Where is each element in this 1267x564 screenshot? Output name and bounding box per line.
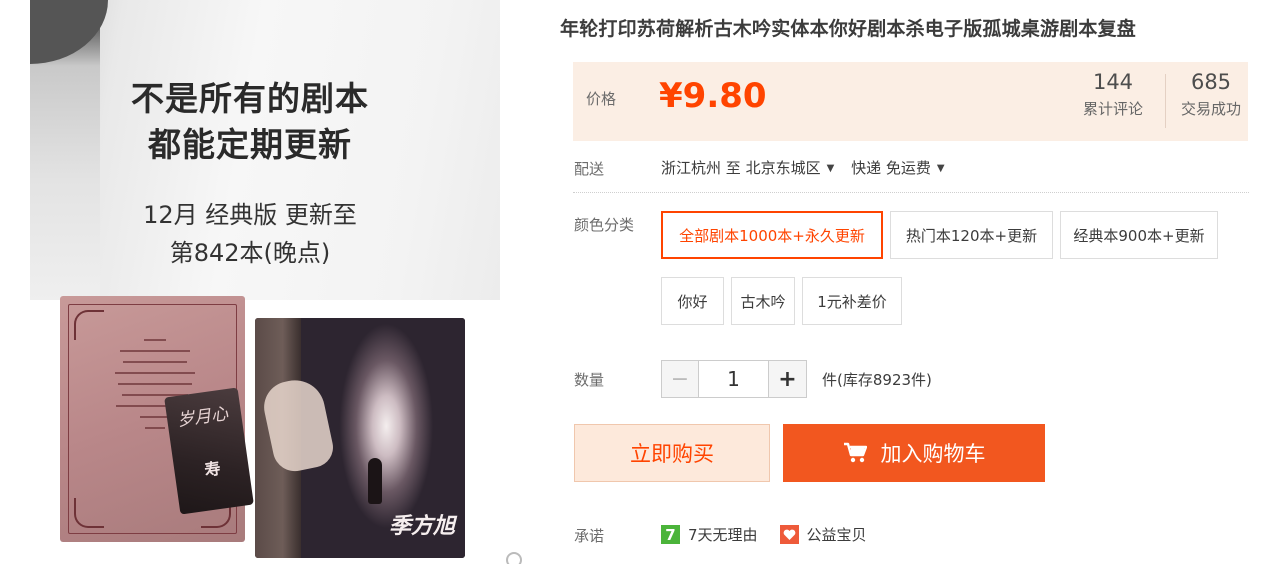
decrement-button[interactable]: −: [661, 360, 699, 398]
price-panel: 价格 ¥9.80 144 累计评论 685 交易成功: [573, 62, 1248, 141]
sku-label: 颜色分类: [574, 216, 635, 234]
product-image[interactable]: 不是所有的剧本 都能定期更新 12月 经典版 更新至 第842本(晚点) 岁月心…: [30, 0, 500, 564]
shipping-label: 配送: [574, 160, 605, 178]
quantity-input[interactable]: 1: [699, 360, 769, 398]
charity-heart-icon: [779, 525, 799, 544]
stock-text: 件(库存8923件): [822, 371, 932, 389]
increment-button[interactable]: +: [769, 360, 807, 398]
pink-script-book: 岁月心 寿: [60, 296, 254, 542]
sku-option[interactable]: 古木吟: [731, 277, 795, 325]
seven-day-badge-icon: 7: [661, 525, 680, 544]
divider: [573, 192, 1249, 193]
promise-label: 承诺: [574, 527, 605, 545]
ship-to-select[interactable]: 北京东城区 ▼: [746, 159, 852, 177]
card-mark: 寿: [203, 458, 222, 480]
ship-from: 浙江杭州 至: [661, 159, 741, 177]
shipping-row: 浙江杭州 至 北京东城区 ▼ 快递 免运费 ▼: [661, 157, 957, 178]
reviews-count: 144: [1092, 70, 1134, 94]
ship-to: 北京东城区: [745, 159, 821, 177]
image-subline-line-1: 12月 经典版 更新至: [143, 201, 357, 229]
quantity-label: 数量: [574, 371, 605, 389]
price-value: ¥9.80: [659, 76, 767, 116]
charity-link[interactable]: 公益宝贝: [807, 524, 867, 545]
add-to-cart-button[interactable]: 加入购物车: [783, 424, 1045, 482]
ship-method-select[interactable]: 快递 免运费 ▼: [851, 159, 956, 177]
promise-row: 7 7天无理由 公益宝贝: [661, 524, 867, 545]
ornament-corner: [74, 498, 104, 528]
sku-option[interactable]: 1元补差价: [802, 277, 902, 325]
price-label: 价格: [586, 90, 617, 108]
caret-down-icon: ▼: [936, 163, 945, 174]
deals-count: 685: [1190, 70, 1232, 94]
cover-figure: [368, 458, 382, 504]
book-title: 季方旭: [388, 514, 455, 539]
card-text: 岁月心: [176, 404, 230, 431]
caret-down-icon: ▼: [826, 163, 835, 174]
ship-method: 快递 免运费: [851, 159, 931, 177]
sku-option[interactable]: 你好: [661, 277, 724, 325]
buy-now-button[interactable]: 立即购买: [574, 424, 770, 482]
deals-stat: 685 交易成功: [1166, 70, 1256, 119]
return-policy-link[interactable]: 7天无理由: [688, 524, 758, 545]
image-headline-line-1: 不是所有的剧本: [131, 79, 369, 118]
image-subline-line-2: 第842本(晚点): [169, 239, 331, 267]
image-headline-line-2: 都能定期更新: [148, 125, 352, 164]
character-card: 岁月心 寿: [164, 387, 254, 515]
sku-option[interactable]: 经典本900本+更新: [1060, 211, 1218, 259]
product-title: 年轮打印苏荷解析古木吟实体本你好剧本杀电子版孤城桌游剧本复盘: [560, 18, 1137, 40]
sku-option[interactable]: 热门本120本+更新: [890, 211, 1053, 259]
loading-icon: [506, 552, 522, 564]
cart-icon: [843, 442, 867, 463]
deals-label: 交易成功: [1180, 100, 1241, 118]
reviews-label: 累计评论: [1082, 100, 1143, 118]
quantity-stepper: − 1 +: [661, 360, 807, 398]
reviews-stat[interactable]: 144 累计评论: [1068, 70, 1158, 119]
sku-option[interactable]: 全部剧本1000本+永久更新: [661, 211, 883, 259]
add-to-cart-label: 加入购物车: [880, 442, 986, 466]
